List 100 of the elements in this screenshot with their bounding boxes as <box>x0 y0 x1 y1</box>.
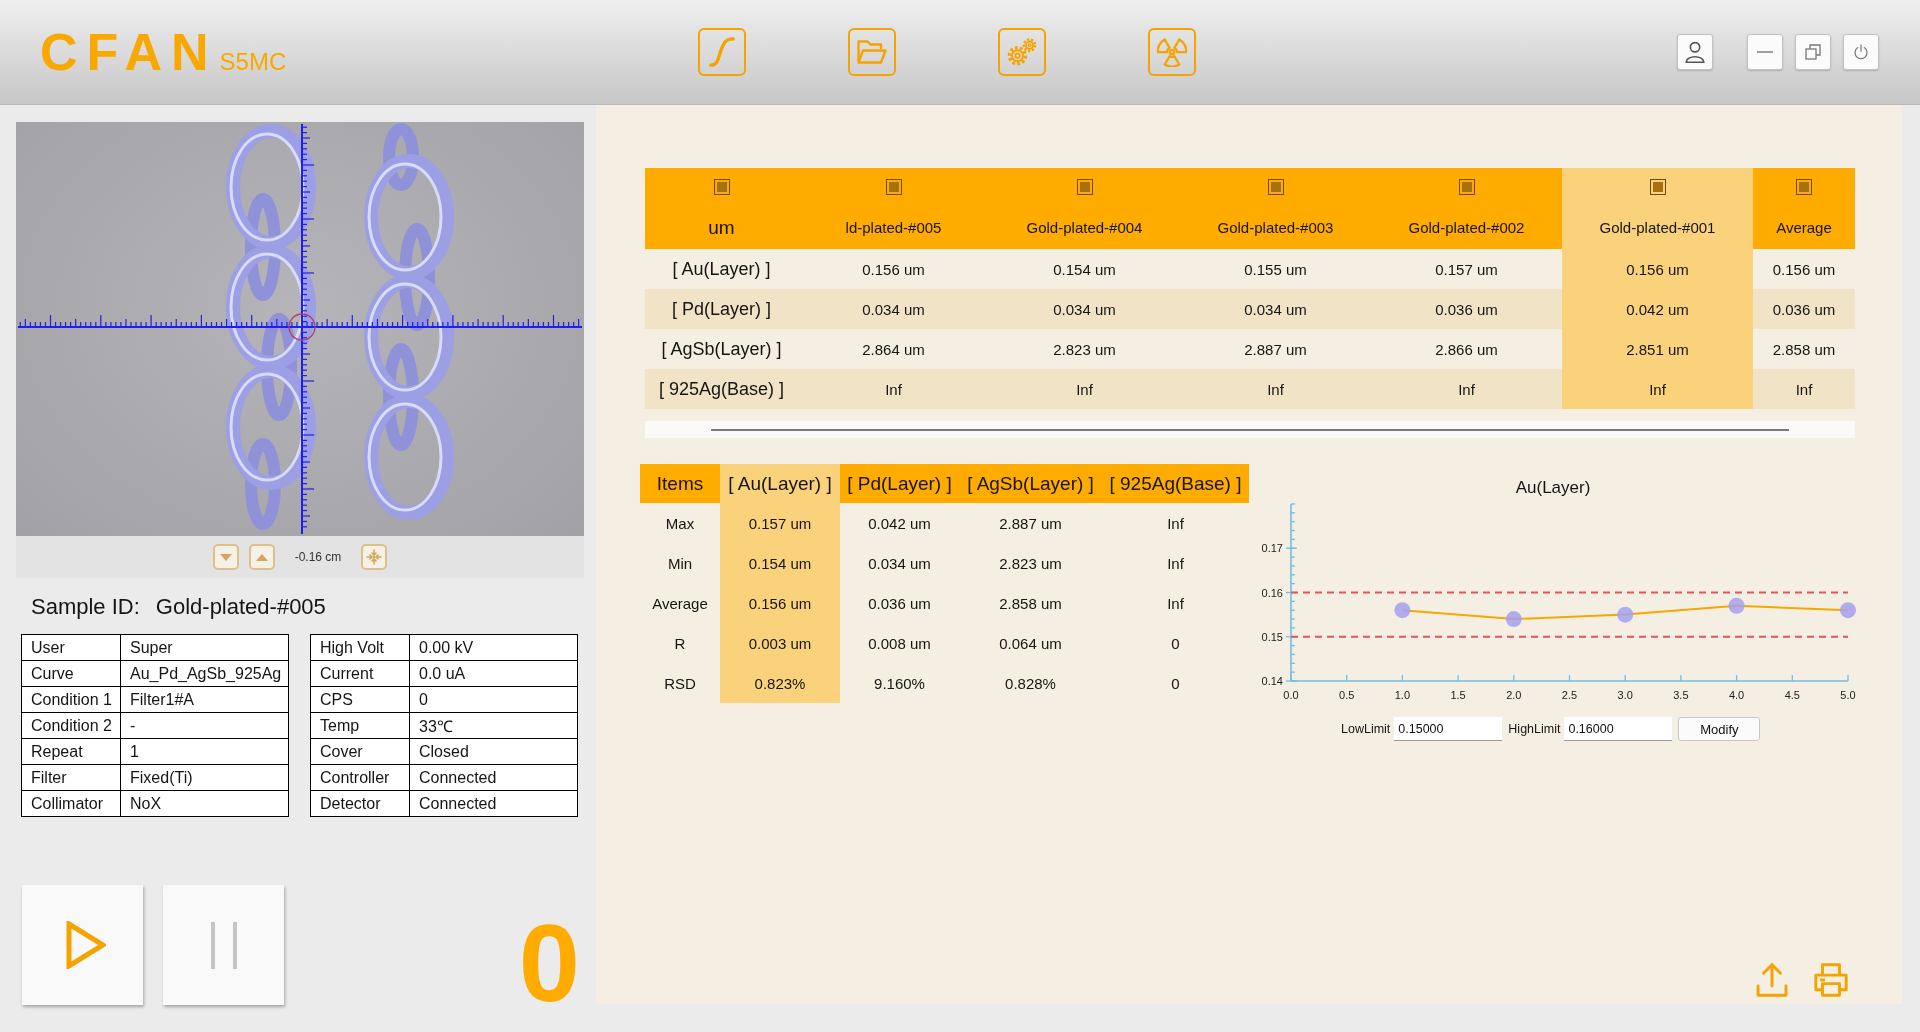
column-label: Average <box>1776 218 1832 238</box>
table-cell-text: Inf <box>1166 513 1185 534</box>
info-label: Temp <box>310 712 410 739</box>
center-button[interactable] <box>361 544 388 570</box>
minimize-button[interactable] <box>1747 34 1783 70</box>
tick-label: 5.0 <box>1840 689 1856 701</box>
info-value: NoX <box>120 790 289 817</box>
info-value: Closed <box>409 738 578 765</box>
info-label: Curve <box>21 660 121 687</box>
column-header[interactable]: Gold-plated-#003 <box>1180 168 1371 249</box>
column-header[interactable]: Items <box>640 464 720 503</box>
info-value: - <box>120 712 289 739</box>
table-cell-text: 0 <box>1170 633 1181 654</box>
settings-icon <box>1007 37 1037 67</box>
info-value: Connected <box>409 764 578 791</box>
table-cell-text: 0.828% <box>1004 673 1057 694</box>
tick-label: 4.5 <box>1784 689 1800 701</box>
column-label: ld-plated-#005 <box>845 218 942 238</box>
column-header[interactable]: [ 925Ag(Base) ] <box>1102 464 1249 503</box>
move-down-button[interactable] <box>212 544 239 570</box>
table-cell-text: 2.858 um <box>998 593 1063 614</box>
table-cell: 0.034 um <box>798 289 989 329</box>
settings-button[interactable] <box>998 28 1046 76</box>
low-limit-field[interactable]: 0.15000 <box>1394 717 1503 741</box>
table-cell-text: 2.823 um <box>998 553 1063 574</box>
column-header[interactable]: [ Au(Layer) ] <box>720 464 840 503</box>
info-value: Super <box>120 634 289 661</box>
column-header[interactable]: ld-plated-#005 <box>798 168 989 249</box>
high-limit-field[interactable]: 0.16000 <box>1564 717 1673 741</box>
folder-button[interactable] <box>848 28 896 76</box>
row-label: Max <box>664 513 696 534</box>
tick-label: 0.5 <box>1339 689 1355 701</box>
checkbox[interactable] <box>1267 179 1284 195</box>
table-cell: 0.036 um <box>1753 289 1855 329</box>
data-point <box>1617 606 1634 623</box>
restore-icon <box>1805 44 1821 60</box>
info-label: High Volt <box>310 634 410 661</box>
tick-label: 2.0 <box>1506 689 1522 701</box>
tick-label: 0.17 <box>1261 542 1283 555</box>
move-up-button[interactable] <box>248 544 275 570</box>
tick-label: 0.15 <box>1261 630 1283 643</box>
column-header[interactable]: [ Pd(Layer) ] <box>840 464 959 503</box>
tick-label: 0.0 <box>1283 689 1299 701</box>
tick-label: 4.0 <box>1728 689 1745 701</box>
minimize-icon <box>1757 51 1773 53</box>
offset-reading: -0.16 cm <box>294 550 342 564</box>
checkbox[interactable] <box>885 179 902 195</box>
info-label: Filter <box>21 764 121 791</box>
brand-logo: CFAN <box>40 26 218 78</box>
column-header[interactable]: Gold-plated-#002 <box>1371 168 1562 249</box>
restore-button[interactable] <box>1795 34 1831 70</box>
table-cell: 0.042 um <box>1562 289 1753 329</box>
info-value: Connected <box>409 790 578 817</box>
info-value: Au_Pd_AgSb_925Ag <box>120 660 289 687</box>
info-value: 0.0 uA <box>409 660 578 687</box>
info-value: Filter1#A <box>120 686 289 713</box>
table-cell-text: 0 <box>1170 673 1181 694</box>
column-header[interactable]: Gold-plated-#004 <box>989 168 1180 249</box>
column-label: Gold-plated-#002 <box>1408 218 1525 238</box>
radiation-button[interactable] <box>1148 28 1196 76</box>
curve-icon <box>707 37 737 67</box>
high-limit-label: HighLimit <box>1508 722 1561 736</box>
checkbox[interactable] <box>1458 179 1475 195</box>
info-label: Detector <box>310 790 410 817</box>
table-cell-text: 0.064 um <box>998 633 1063 654</box>
table-cell: 0.156 um <box>1562 249 1753 289</box>
table-cell: 0.034 um <box>1180 289 1371 329</box>
checkbox[interactable] <box>1076 179 1093 195</box>
horizontal-scrollbar[interactable] <box>645 421 1855 438</box>
crosshair-icon <box>366 549 383 565</box>
pause-icon <box>210 921 237 969</box>
column-header[interactable]: Gold-plated-#001 <box>1562 168 1753 249</box>
row-label: RSD <box>663 673 697 694</box>
checkbox[interactable] <box>1649 179 1666 195</box>
play-button[interactable] <box>22 885 143 1005</box>
modify-button[interactable]: Modify <box>1678 717 1761 741</box>
checkbox[interactable] <box>713 179 730 195</box>
table-cell: Inf <box>989 369 1180 409</box>
scrollbar-thumb[interactable] <box>711 428 1789 431</box>
tick-label: 0.14 <box>1261 675 1283 687</box>
table-cell: 0.823% <box>720 663 840 703</box>
chart-title: Au(Layer) <box>1515 478 1591 498</box>
upload-icon[interactable] <box>1755 963 1789 997</box>
table-cell-text: 2.887 um <box>998 513 1063 534</box>
row-label: Average <box>651 593 709 614</box>
power-button[interactable] <box>1843 34 1879 70</box>
table-cell: Inf <box>798 369 989 409</box>
sample-id-label: Sample ID: <box>31 593 140 620</box>
data-point <box>1394 602 1411 619</box>
table-cell: 0.034 um <box>989 289 1180 329</box>
checkbox[interactable] <box>1796 179 1812 195</box>
info-label: Cover <box>310 738 410 765</box>
column-label: Gold-plated-#003 <box>1217 218 1334 238</box>
row-label: R <box>673 633 687 654</box>
printer-icon[interactable] <box>1814 963 1848 997</box>
column-header[interactable]: [ AgSb(Layer) ] <box>959 464 1102 503</box>
curve-button[interactable] <box>698 28 746 76</box>
user-button[interactable] <box>1677 34 1713 70</box>
column-header[interactable]: um <box>645 168 798 249</box>
column-header[interactable]: Average <box>1753 168 1855 249</box>
